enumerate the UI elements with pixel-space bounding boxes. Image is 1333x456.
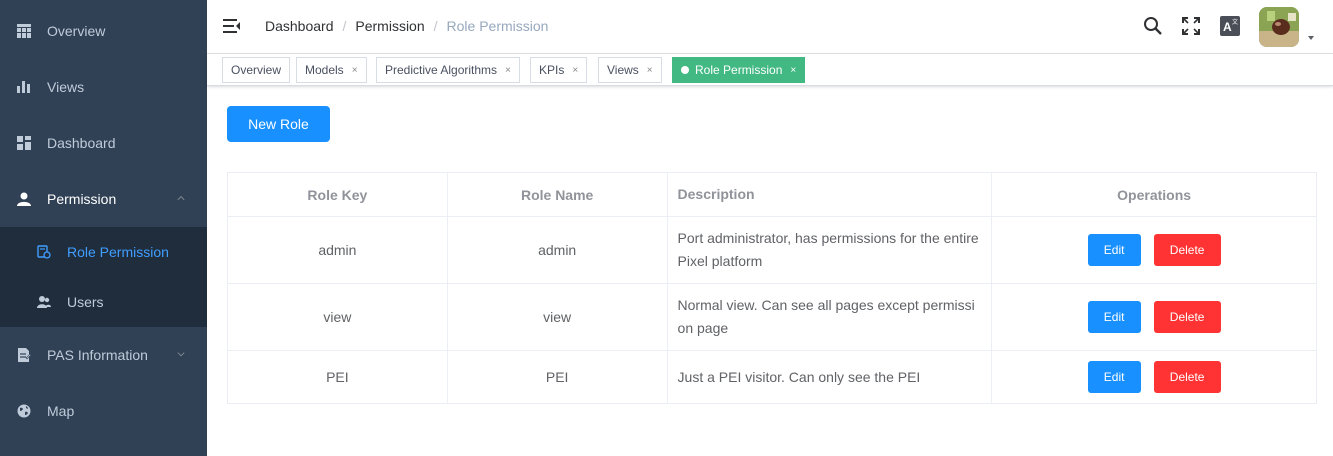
cell-operations: Edit Delete: [991, 283, 1317, 351]
cell-role-name: admin: [446, 216, 668, 284]
close-icon[interactable]: ×: [505, 65, 511, 76]
sidebar-item-pas-information[interactable]: PAS Information: [0, 327, 207, 383]
role-table: Role Key Role Name Description Operation…: [227, 172, 1317, 404]
breadcrumb-item-current: Role Permission: [446, 18, 549, 34]
sidebar-item-dashboard[interactable]: Dashboard: [0, 115, 207, 171]
close-icon[interactable]: ×: [790, 65, 796, 76]
search-icon[interactable]: [1143, 16, 1163, 36]
sidebar-item-label: Users: [67, 294, 104, 310]
edit-button[interactable]: Edit: [1087, 234, 1141, 266]
table-row: PEI PEI Just a PEI visitor. Can only see…: [227, 350, 1317, 404]
table-row: view view Normal view. Can see all pages…: [227, 283, 1317, 351]
tag-role-permission[interactable]: Role Permission ×: [672, 57, 806, 83]
tag-label: Predictive Algorithms: [385, 63, 498, 77]
chevron-up-icon: [177, 196, 185, 201]
sidebar-subitem-users[interactable]: Users: [0, 277, 207, 327]
sidebar-item-map[interactable]: Map: [0, 383, 207, 439]
sidebar-subitem-role-permission[interactable]: Role Permission: [0, 227, 207, 277]
tag-kpis[interactable]: KPIs ×: [530, 57, 588, 83]
globe-icon: [16, 403, 32, 419]
fullscreen-icon[interactable]: [1181, 16, 1201, 36]
cell-operations: Edit Delete: [991, 216, 1317, 284]
tag-views[interactable]: Views ×: [598, 57, 662, 83]
active-dot: [681, 66, 689, 74]
tags-view: Overview Models × Predictive Algorithms …: [207, 54, 1333, 86]
delete-button[interactable]: Delete: [1153, 361, 1221, 393]
role-icon: [36, 244, 52, 260]
sidebar-item-label: Role Permission: [67, 244, 169, 260]
sidebar-item-label: Views: [47, 79, 85, 95]
edit-button[interactable]: Edit: [1087, 301, 1141, 333]
dashboard-icon: [16, 135, 32, 151]
sidebar-item-label: Map: [47, 403, 75, 419]
cell-role-key: admin: [227, 216, 448, 284]
column-header-role-key[interactable]: Role Key: [227, 172, 448, 217]
column-header-description[interactable]: Description: [666, 172, 993, 217]
close-icon[interactable]: ×: [572, 65, 578, 76]
breadcrumb-separator: /: [433, 18, 438, 34]
user-icon: [16, 191, 32, 207]
new-role-button[interactable]: New Role: [227, 106, 330, 142]
close-icon[interactable]: ×: [352, 65, 358, 76]
cell-role-key: PEI: [227, 350, 448, 404]
users-icon: [36, 294, 52, 310]
chevron-down-icon: [177, 352, 185, 357]
sidebar-item-label: Dashboard: [47, 135, 116, 151]
close-icon[interactable]: ×: [647, 65, 653, 76]
avatar[interactable]: [1259, 7, 1299, 47]
tag-overview[interactable]: Overview: [222, 57, 291, 83]
delete-button[interactable]: Delete: [1153, 301, 1221, 333]
cell-role-name: PEI: [446, 350, 668, 404]
svg-text:A: A: [1223, 20, 1232, 34]
breadcrumb: Dashboard / Permission / Role Permission: [265, 18, 548, 34]
table-row: admin admin Port administrator, has perm…: [227, 216, 1317, 284]
cell-description: Just a PEI visitor. Can only see the PEI: [666, 350, 993, 404]
grid-table-icon: [16, 23, 32, 39]
tag-label: Role Permission: [695, 63, 783, 77]
table-header-row: Role Key Role Name Description Operation…: [227, 172, 1317, 217]
sidebar-item-permission[interactable]: Permission: [0, 171, 207, 227]
sidebar-item-overview[interactable]: Overview: [0, 3, 207, 59]
breadcrumb-item-permission[interactable]: Permission: [355, 18, 424, 34]
column-header-role-name[interactable]: Role Name: [446, 172, 668, 217]
sidebar: Overview Views Dashboard Permission Role…: [0, 0, 207, 456]
navbar: Dashboard / Permission / Role Permission…: [207, 0, 1333, 54]
svg-text:文: 文: [1232, 18, 1238, 26]
tag-label: KPIs: [539, 63, 565, 77]
column-header-operations: Operations: [991, 172, 1317, 217]
sidebar-item-label: Permission: [47, 191, 117, 207]
cell-role-key: view: [227, 283, 448, 351]
delete-button[interactable]: Delete: [1153, 234, 1221, 266]
cell-role-name: view: [446, 283, 668, 351]
sidebar-item-views[interactable]: Views: [0, 59, 207, 115]
cell-operations: Edit Delete: [991, 350, 1317, 404]
cell-description: Port administrator, has permissions for …: [666, 216, 993, 284]
translate-icon[interactable]: A 文: [1220, 16, 1240, 36]
sidebar-item-label: Overview: [47, 23, 106, 39]
tag-label: Views: [607, 63, 639, 77]
cell-description: Normal view. Can see all pages except pe…: [666, 283, 993, 351]
bar-chart-icon: [16, 79, 32, 95]
tag-models[interactable]: Models ×: [296, 57, 367, 83]
caret-down-icon[interactable]: [1308, 36, 1314, 40]
edit-button[interactable]: Edit: [1087, 361, 1141, 393]
tag-label: Overview: [231, 63, 282, 77]
breadcrumb-item-dashboard[interactable]: Dashboard: [265, 18, 334, 34]
document-icon: [16, 347, 32, 363]
breadcrumb-separator: /: [342, 18, 347, 34]
sidebar-item-label: PAS Information: [47, 347, 148, 363]
tag-label: Models: [305, 63, 344, 77]
hamburger-menu-icon[interactable]: [223, 18, 241, 34]
tag-predictive-algorithms[interactable]: Predictive Algorithms ×: [376, 57, 520, 83]
